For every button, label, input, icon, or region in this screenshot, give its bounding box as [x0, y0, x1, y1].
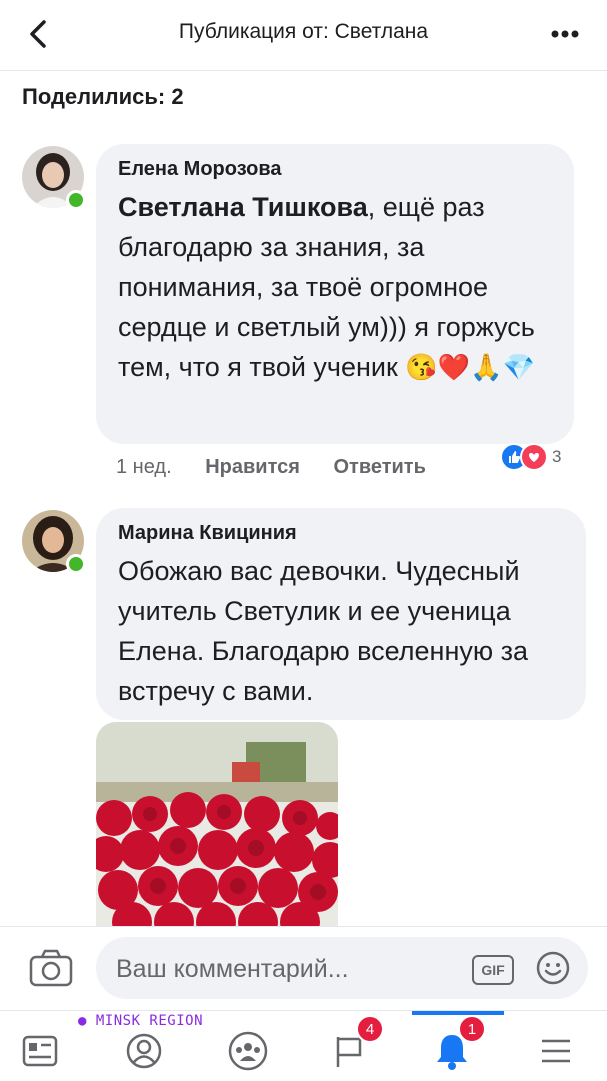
comment-meta: 1 нед. Нравится Ответить: [116, 456, 454, 479]
comment-time: 1 нед.: [116, 456, 172, 478]
pages-badge: 4: [356, 1015, 384, 1043]
more-icon: [551, 30, 579, 38]
comment-composer: Ваш комментарий... GIF: [0, 926, 607, 1011]
like-button[interactable]: Нравится: [205, 456, 300, 478]
comment-bubble[interactable]: Елена Морозова Светлана Тишкова, ещё раз…: [96, 144, 574, 444]
comment-text: Обожаю вас девочки. Чудесный учитель Све…: [118, 556, 529, 706]
active-tab-indicator: [412, 1011, 504, 1015]
comment-emojis: 😘❤️🙏💎: [405, 352, 535, 382]
hamburger-menu-icon: [542, 1039, 570, 1063]
reply-button[interactable]: Ответить: [333, 456, 425, 478]
tab-profile[interactable]: [124, 1023, 184, 1073]
comment-photo[interactable]: [96, 722, 338, 928]
reactions-summary[interactable]: 3: [500, 443, 562, 471]
comment-text: Светлана Тишкова, ещё раз благодарю за з…: [118, 187, 552, 387]
comment-bubble[interactable]: Марина Квициния Обожаю вас девочки. Чуде…: [96, 508, 586, 720]
love-reaction-icon: [520, 443, 548, 471]
page-title: Публикация от: Светлана: [178, 20, 429, 43]
comment-author[interactable]: Елена Морозова: [118, 158, 552, 181]
avatar[interactable]: [22, 146, 86, 210]
tab-news-feed[interactable]: [20, 1023, 80, 1073]
camera-button[interactable]: [28, 947, 74, 989]
online-indicator: [66, 190, 86, 210]
comment-input[interactable]: Ваш комментарий... GIF: [96, 937, 588, 999]
tab-pages[interactable]: 4: [330, 1015, 390, 1073]
gif-button[interactable]: GIF: [472, 955, 514, 985]
reaction-count: 3: [552, 447, 562, 466]
more-options-button[interactable]: [547, 22, 583, 46]
tab-menu[interactable]: [536, 1023, 596, 1073]
online-indicator: [66, 554, 86, 574]
tab-notifications[interactable]: 1: [432, 1015, 492, 1073]
shares-count[interactable]: Поделились: 2: [22, 84, 184, 110]
emoji-button[interactable]: [536, 951, 570, 985]
comment-author[interactable]: Марина Квициния: [118, 522, 564, 545]
groups-icon: [228, 1031, 268, 1071]
news-feed-icon: [22, 1035, 58, 1067]
smiley-icon: [536, 951, 570, 985]
camera-icon: [29, 949, 73, 987]
avatar[interactable]: [22, 510, 86, 574]
bottom-nav: ● MINSK REGION 4 1: [0, 1010, 607, 1081]
comment-placeholder: Ваш комментарий...: [116, 955, 349, 983]
notifications-badge: 1: [458, 1015, 486, 1043]
mention-link[interactable]: Светлана Тишкова: [118, 192, 368, 222]
roses-image: [96, 722, 338, 928]
profile-icon: [126, 1033, 162, 1069]
top-bar: Публикация от: Светлана: [0, 0, 607, 71]
tab-groups[interactable]: [226, 1023, 286, 1073]
